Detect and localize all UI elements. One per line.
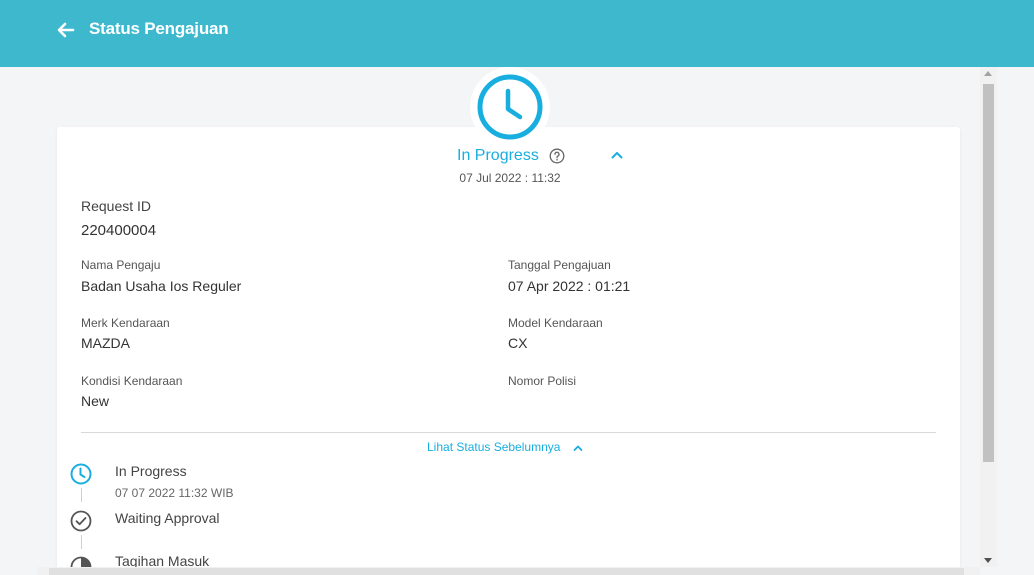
timeline-item-title: Waiting Approval	[115, 510, 220, 526]
chevron-up-icon[interactable]	[572, 441, 584, 453]
divider	[81, 432, 936, 433]
nama-pengaju-label: Nama Pengaju	[81, 258, 161, 272]
check-circle-icon	[69, 509, 93, 533]
tanggal-pengajuan-value: 07 Apr 2022 : 01:21	[508, 278, 631, 294]
tanggal-pengajuan-label: Tanggal Pengajuan	[508, 258, 611, 272]
model-kendaraan-value: CX	[508, 335, 528, 351]
horizontal-scrollbar[interactable]	[37, 567, 980, 575]
status-title: In Progress	[457, 147, 539, 164]
merk-kendaraan-label: Merk Kendaraan	[81, 316, 170, 330]
timeline-connector	[81, 535, 82, 549]
status-header: In Progress	[57, 145, 960, 169]
timeline-item-time: 07 07 2022 11:32 WIB	[115, 486, 234, 500]
nomor-polisi-label: Nomor Polisi	[508, 374, 577, 388]
status-clock-badge	[470, 67, 550, 147]
merk-kendaraan-value: MAZDA	[81, 335, 130, 351]
page-title: Status Pengajuan	[89, 19, 229, 38]
kondisi-kendaraan-label: Kondisi Kendaraan	[81, 374, 183, 388]
main-content: In Progress 07 Jul 2022 : 11:32 Request …	[0, 67, 980, 575]
back-button[interactable]	[54, 18, 78, 42]
chevron-up-icon[interactable]	[610, 148, 624, 162]
clock-icon	[69, 462, 93, 486]
status-date-text: 07 Jul 2022 : 11:32	[459, 171, 561, 185]
previous-status-toggle[interactable]: Lihat Status Sebelumnya	[427, 440, 560, 454]
vertical-scrollbar[interactable]	[980, 67, 997, 567]
model-kendaraan-label: Model Kendaraan	[508, 316, 603, 330]
timeline-connector	[81, 488, 82, 502]
clock-icon	[477, 74, 543, 140]
status-card: In Progress 07 Jul 2022 : 11:32 Request …	[57, 67, 960, 575]
scroll-up-icon[interactable]	[984, 71, 992, 76]
nama-pengaju-value: Badan Usaha Ios Reguler	[81, 278, 242, 294]
scrollbar-thumb[interactable]	[983, 84, 994, 462]
request-id-value: 220400004	[81, 222, 157, 239]
request-id-label: Request ID	[81, 198, 152, 214]
status-date: 07 Jul 2022 : 11:32	[459, 171, 561, 185]
scroll-down-icon[interactable]	[984, 558, 992, 563]
timeline-item-title: In Progress	[115, 463, 187, 479]
scrollbar-thumb[interactable]	[49, 568, 964, 575]
top-bar: Status Pengajuan	[0, 0, 1034, 67]
help-icon[interactable]	[549, 148, 565, 164]
arrow-left-icon	[57, 22, 75, 38]
kondisi-kendaraan-value: New	[81, 393, 110, 409]
